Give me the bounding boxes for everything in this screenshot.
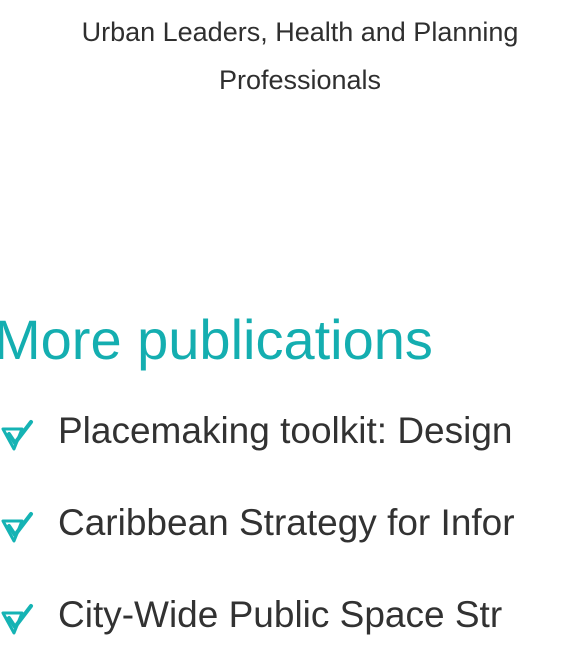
check-icon: [1, 420, 33, 451]
publication-item-2: Caribbean Strategy for Infor: [0, 492, 587, 584]
publication-link-1[interactable]: Placemaking toolkit: Design: [58, 405, 513, 457]
check-icon: [1, 604, 33, 635]
more-publications-heading: More publications: [0, 308, 433, 371]
check-icon: [1, 512, 33, 543]
caption-line-1: Urban Leaders, Health and Planning: [81, 17, 519, 47]
publication-link-2[interactable]: Caribbean Strategy for Infor: [58, 497, 515, 549]
publication-item-1: Placemaking toolkit: Design: [0, 400, 587, 492]
publication-caption: Urban Leaders, Health and Planning Profe…: [0, 8, 587, 104]
publication-item-3: City-Wide Public Space Str: [0, 584, 587, 671]
caption-line-2: Professionals: [218, 65, 382, 95]
publication-list: Placemaking toolkit: Design Caribbean St…: [0, 400, 587, 671]
publication-link-3[interactable]: City-Wide Public Space Str: [58, 589, 502, 641]
